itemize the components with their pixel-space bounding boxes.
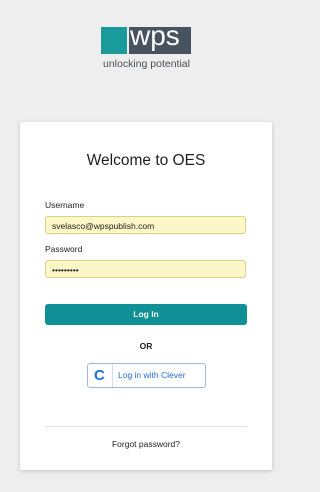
logo-mark: [101, 27, 127, 54]
clever-icon: C: [94, 367, 105, 384]
password-field[interactable]: •••••••••: [45, 260, 246, 278]
wps-logo: wps unlocking potential: [99, 21, 199, 77]
card-divider: [45, 426, 247, 427]
or-separator: OR: [139, 341, 153, 351]
clever-login-button[interactable]: C Log in with Clever: [87, 363, 206, 388]
login-button[interactable]: Log In: [45, 304, 247, 325]
username-field[interactable]: svelasco@wpspublish.com: [45, 216, 246, 234]
logo-text: wps: [130, 20, 180, 51]
clever-button-label: Log in with Clever: [118, 370, 186, 380]
username-label: Username: [45, 200, 85, 210]
page-title: Welcome to OES: [86, 152, 206, 169]
login-card: Welcome to OES Username svelasco@wpspubl…: [20, 122, 272, 470]
clever-divider: [112, 364, 113, 387]
logo-tagline: unlocking potential: [103, 58, 190, 70]
forgot-password-link[interactable]: Forgot password?: [20, 439, 272, 449]
password-label: Password: [45, 244, 83, 254]
